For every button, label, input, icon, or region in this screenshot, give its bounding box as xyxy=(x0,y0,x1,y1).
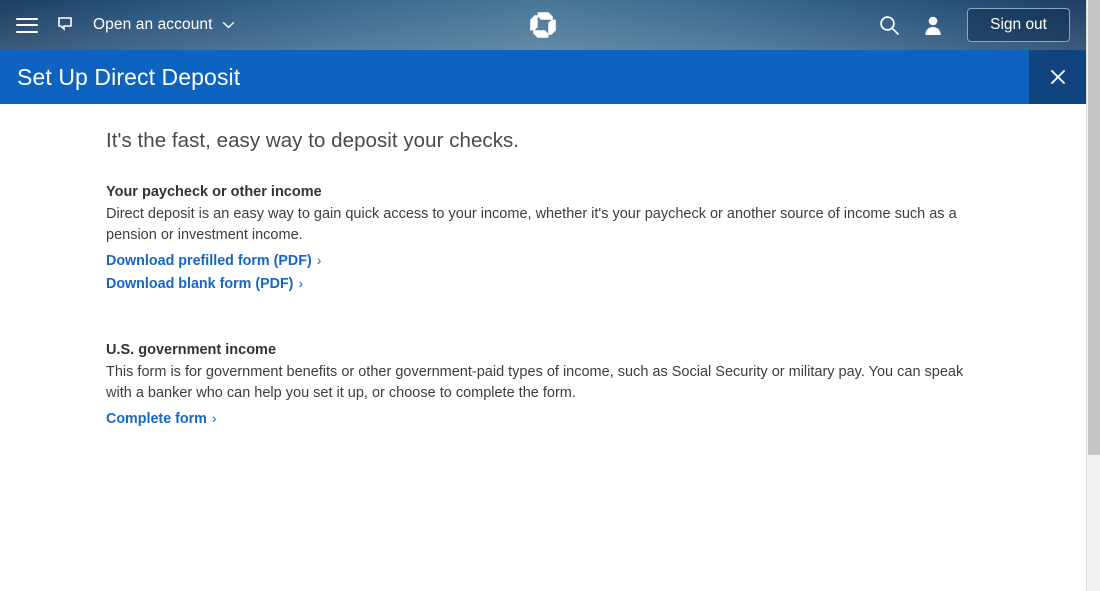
person-silhouette-shape xyxy=(923,15,943,36)
top-navigation-bar: Open an account xyxy=(0,0,1086,50)
page-title: Set Up Direct Deposit xyxy=(0,64,240,91)
person-icon[interactable] xyxy=(913,5,953,45)
link-label: Download prefilled form (PDF) xyxy=(106,253,312,269)
chevron-right-icon: › xyxy=(212,408,217,430)
top-nav-left-group: Open an account xyxy=(0,0,235,50)
close-x-shape xyxy=(1048,67,1068,87)
open-an-account-label: Open an account xyxy=(93,16,213,34)
section-government-income: U.S. government income This form is for … xyxy=(106,342,1086,431)
chevron-right-icon: › xyxy=(317,250,322,272)
page-root: Open an account xyxy=(0,0,1100,591)
content-lead-heading: It's the fast, easy way to deposit your … xyxy=(106,129,1086,153)
download-prefilled-form-link[interactable]: Download prefilled form (PDF) › xyxy=(106,250,1086,273)
close-icon[interactable] xyxy=(1029,50,1086,104)
sign-out-button[interactable]: Sign out xyxy=(967,8,1070,42)
section-body-text: This form is for government benefits or … xyxy=(106,362,986,404)
hamburger-menu-icon[interactable] xyxy=(8,5,46,45)
download-blank-form-link[interactable]: Download blank form (PDF) › xyxy=(106,273,1086,296)
scrollbar-thumb[interactable] xyxy=(1088,0,1100,455)
sign-out-label: Sign out xyxy=(990,16,1047,34)
chevron-right-icon: › xyxy=(298,273,303,295)
page-title-bar: Set Up Direct Deposit xyxy=(0,50,1086,104)
section-heading: U.S. government income xyxy=(106,342,1086,358)
link-label: Download blank form (PDF) xyxy=(106,276,293,292)
search-glass-shape xyxy=(878,14,900,36)
hamburger-line xyxy=(16,18,38,20)
section-heading: Your paycheck or other income xyxy=(106,184,1086,200)
main-content: It's the fast, easy way to deposit your … xyxy=(0,104,1086,591)
section-paycheck-income: Your paycheck or other income Direct dep… xyxy=(106,184,1086,295)
logo-octagon-shape xyxy=(527,9,559,41)
hamburger-line xyxy=(16,24,38,26)
flag-icon[interactable] xyxy=(46,5,84,45)
complete-form-link[interactable]: Complete form › xyxy=(106,408,1086,431)
link-label: Complete form xyxy=(106,411,207,427)
top-nav-right-group: Sign out xyxy=(869,0,1070,50)
open-an-account-menu[interactable]: Open an account xyxy=(93,5,235,45)
section-divider-space xyxy=(106,321,1086,342)
hamburger-lines xyxy=(16,18,38,33)
section-body-text: Direct deposit is an easy way to gain qu… xyxy=(106,204,986,246)
search-icon[interactable] xyxy=(869,5,909,45)
hamburger-line xyxy=(16,31,38,33)
chevron-down-icon xyxy=(222,21,235,29)
vertical-scrollbar[interactable] xyxy=(1086,0,1100,591)
